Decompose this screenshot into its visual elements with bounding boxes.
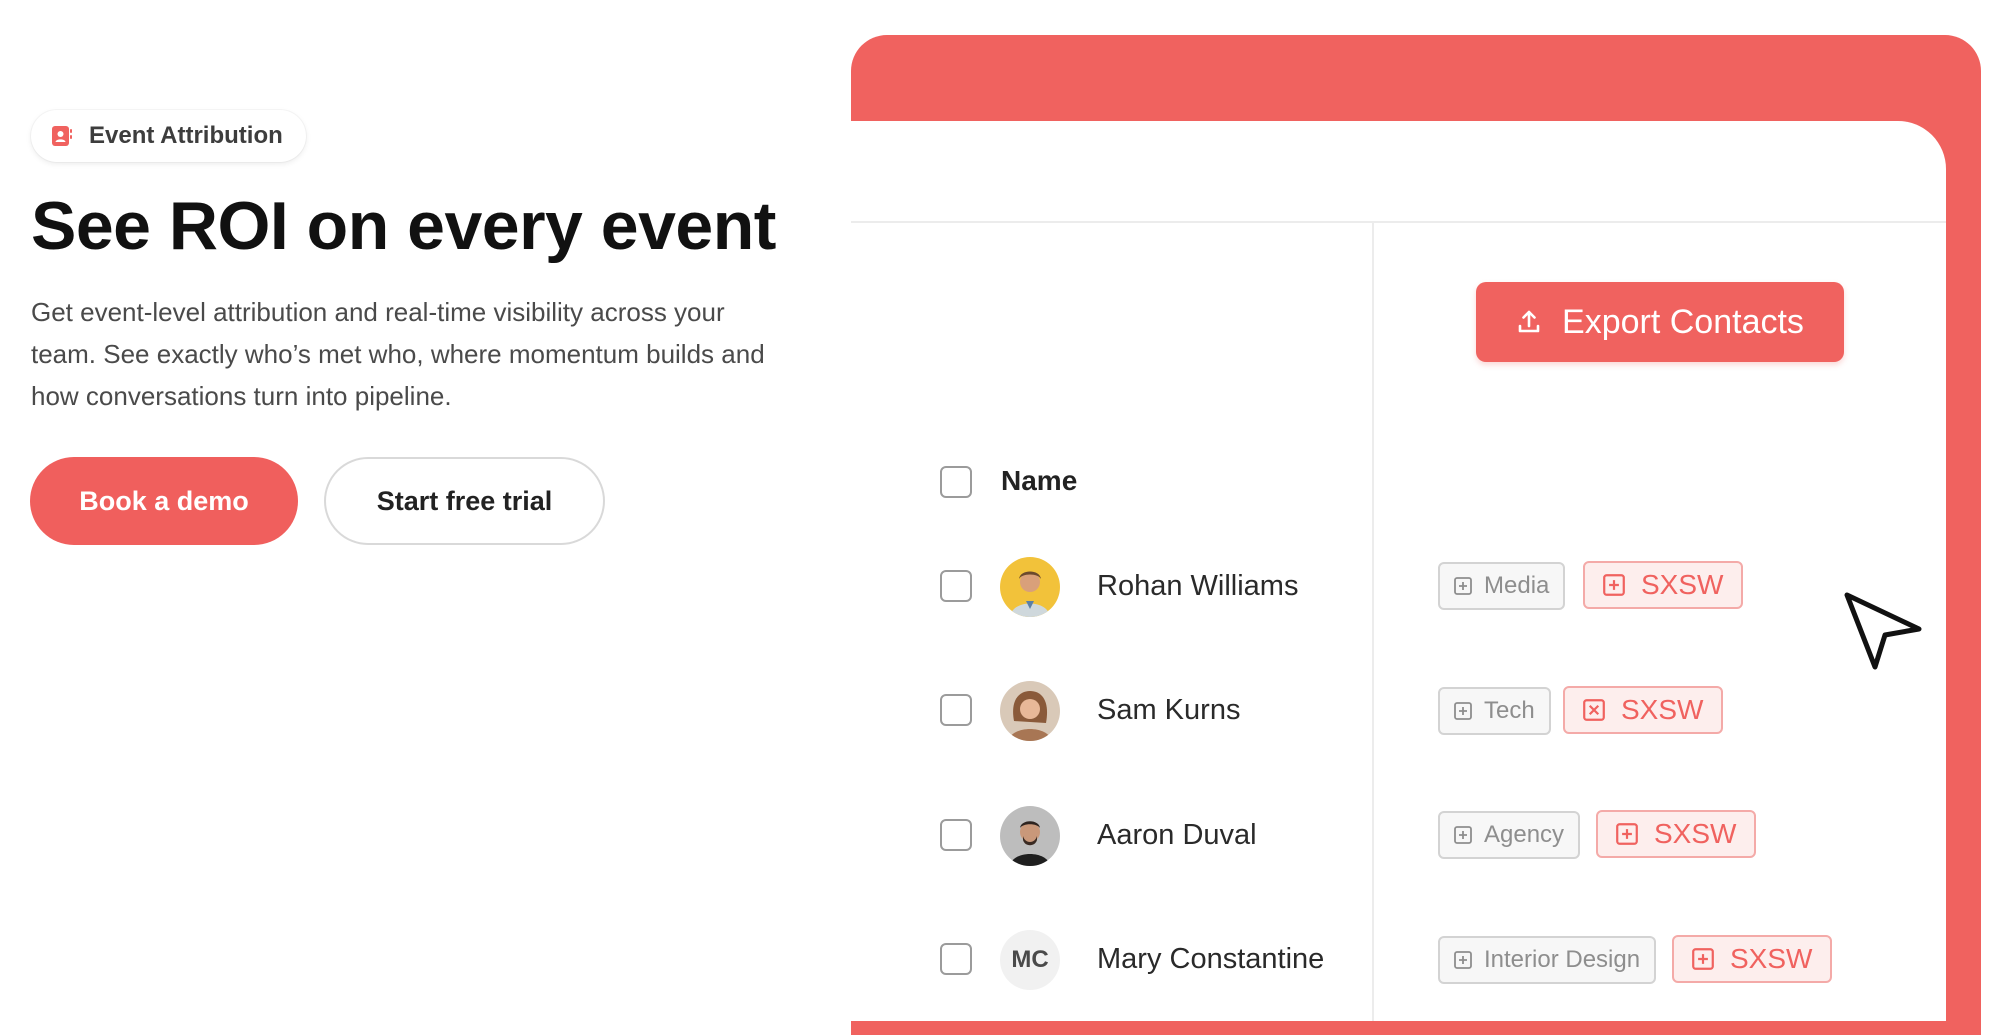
category-tag[interactable]: Tech xyxy=(1438,687,1551,735)
contact-name: Sam Kurns xyxy=(1097,694,1241,726)
feature-badge: Event Attribution xyxy=(31,110,306,162)
contact-name: Mary Constantine xyxy=(1097,943,1325,975)
category-tag[interactable]: Media xyxy=(1438,562,1566,610)
plus-box-icon xyxy=(1692,948,1714,970)
event-tag[interactable]: SXSW xyxy=(1563,686,1724,734)
export-contacts-label: Export Contacts xyxy=(1562,302,1804,341)
page-title: See ROI on every event xyxy=(31,188,776,264)
start-free-trial-button[interactable]: Start free trial xyxy=(324,457,605,545)
panel-divider-horizontal xyxy=(851,221,1946,223)
avatar xyxy=(1000,806,1060,866)
event-tag-label: SXSW xyxy=(1641,569,1724,600)
plus-box-icon xyxy=(1454,951,1472,969)
contact-card-icon xyxy=(52,126,72,146)
event-tag[interactable]: SXSW xyxy=(1596,810,1757,858)
badge-label: Event Attribution xyxy=(89,122,283,149)
plus-box-icon xyxy=(1616,823,1638,845)
category-tag-label: Tech xyxy=(1484,697,1535,724)
export-contacts-button[interactable]: Export Contacts xyxy=(1476,282,1844,362)
book-demo-button[interactable]: Book a demo xyxy=(30,457,298,545)
event-tag[interactable]: SXSW xyxy=(1672,935,1833,983)
category-tag[interactable]: Agency xyxy=(1438,811,1581,859)
event-tag-label: SXSW xyxy=(1730,943,1813,974)
event-tag-label: SXSW xyxy=(1654,818,1737,849)
plus-box-icon xyxy=(1454,577,1472,595)
category-tag-label: Media xyxy=(1484,572,1550,599)
select-all-checkbox[interactable] xyxy=(940,466,972,498)
category-tag-label: Agency xyxy=(1484,821,1565,848)
row-checkbox[interactable] xyxy=(940,694,972,726)
contact-name: Aaron Duval xyxy=(1097,819,1257,851)
row-checkbox[interactable] xyxy=(940,819,972,851)
arrow-cursor-icon xyxy=(1844,592,1922,670)
row-checkbox[interactable] xyxy=(940,943,972,975)
x-box-icon xyxy=(1583,699,1605,721)
avatar xyxy=(1000,681,1060,741)
plus-box-icon xyxy=(1603,574,1625,596)
row-checkbox[interactable] xyxy=(940,570,972,602)
hero-description: Get event-level attribution and real-tim… xyxy=(31,297,765,411)
plus-box-icon xyxy=(1454,702,1472,720)
category-tag[interactable]: Interior Design xyxy=(1438,936,1657,984)
name-column-header: Name xyxy=(1001,465,1078,496)
event-tag[interactable]: SXSW xyxy=(1583,561,1744,609)
avatar xyxy=(1000,557,1060,617)
contact-name: Rohan Williams xyxy=(1097,570,1299,602)
contacts-panel: Export Contacts Name Rohan Williams Medi… xyxy=(851,121,1946,1021)
upload-icon xyxy=(1518,310,1540,333)
plus-box-icon xyxy=(1454,826,1472,844)
category-tag-label: Interior Design xyxy=(1484,946,1641,973)
panel-divider-vertical xyxy=(1372,221,1374,1021)
avatar: MC xyxy=(1000,930,1060,990)
event-tag-label: SXSW xyxy=(1621,694,1704,725)
